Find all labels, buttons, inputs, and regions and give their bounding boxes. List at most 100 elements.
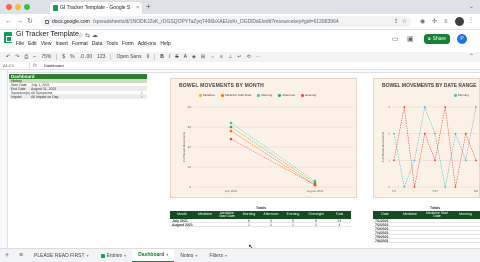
formula-input[interactable]: Dashboard	[40, 63, 64, 68]
chart-bowel-movements-by-month[interactable]: BOWEL MOVEMENTS BY MONTH Medicine Medici…	[170, 78, 357, 198]
present-meet-icon[interactable]: ▣	[407, 35, 414, 43]
tab-please-read-first[interactable]: PLEASE READ FIRST ▾	[28, 249, 95, 262]
collapse-chevron-icon[interactable]: ⌃	[469, 53, 474, 60]
share-button[interactable]: 🔒︎ Share	[424, 34, 450, 44]
font-size-select[interactable]: 9	[146, 54, 149, 60]
column-headers[interactable]	[8, 70, 480, 73]
table-cell[interactable]: July 2021	[170, 219, 194, 223]
maximize-window-button[interactable]	[24, 4, 30, 10]
share-page-icon[interactable]: ⇪	[394, 18, 399, 25]
tab-filters[interactable]: Filters ▾	[203, 249, 233, 262]
all-sheets-button[interactable]: ≡	[14, 252, 28, 259]
valign-icon[interactable]: ⊥	[228, 54, 232, 60]
browser-tab[interactable]: GI Tracker Template - Google S ×	[50, 2, 142, 14]
tab-search-chevron-icon[interactable]: ⌄	[469, 3, 474, 10]
column-header[interactable]: Medicine	[194, 211, 216, 219]
bold-button[interactable]: B	[160, 54, 164, 60]
forward-arrow-icon[interactable]: →	[16, 17, 23, 26]
more-icon[interactable]: ⋯	[256, 54, 261, 60]
tab-dashboard[interactable]: Dashboard ▾	[132, 248, 175, 262]
redo-icon[interactable]: ↷	[15, 54, 19, 60]
tab-caret-icon[interactable]: ▾	[166, 252, 168, 257]
extensions-puzzle-icon[interactable]: ✣	[432, 18, 437, 26]
menu-view[interactable]: View	[41, 41, 52, 47]
tab-close-icon[interactable]: ×	[136, 5, 139, 11]
table-cell[interactable]: 24	[328, 219, 351, 223]
table-row[interactable]: 7/6/2021	[373, 239, 480, 243]
table-cell[interactable]: 7/5/2021	[373, 235, 403, 239]
menu-insert[interactable]: Insert	[55, 41, 68, 47]
column-header[interactable]: Medicine Start Date	[423, 211, 451, 219]
table-cell[interactable]: 4	[260, 219, 282, 223]
menu-form[interactable]: Form	[122, 41, 134, 47]
dropdown-caret-icon[interactable]: ▾	[141, 95, 147, 99]
percent-button[interactable]: %	[70, 54, 74, 60]
italic-button[interactable]: I	[169, 54, 170, 60]
zoom-select[interactable]: 75%	[41, 54, 51, 60]
table-cell[interactable]: 7/6/2021	[373, 239, 403, 243]
table-cell[interactable]	[216, 223, 238, 226]
menu-edit[interactable]: Edit	[28, 41, 37, 47]
table-cell[interactable]: 7/4/2021	[373, 231, 403, 235]
undo-icon[interactable]: ↶	[6, 54, 10, 60]
align-icon[interactable]: ≡	[220, 54, 223, 60]
column-header[interactable]: Medicine	[397, 211, 423, 219]
extension-icon[interactable]: ◉	[420, 18, 425, 26]
merge-icon[interactable]: ⇔	[210, 54, 215, 60]
table-cell[interactable]: 1	[282, 223, 304, 227]
browser-profile-avatar[interactable]	[455, 17, 464, 26]
menu-help[interactable]: Help	[160, 41, 170, 47]
table-cell[interactable]: 1	[260, 223, 282, 227]
borders-icon[interactable]: ⊞	[201, 54, 205, 60]
column-header[interactable]: Medicine Start Date	[216, 211, 238, 219]
decimal-buttons[interactable]: .0 .00	[80, 54, 93, 60]
column-header[interactable]: Total	[328, 211, 351, 219]
name-box[interactable]: A1:C1	[0, 62, 30, 69]
new-tab-button[interactable]: +	[146, 3, 151, 11]
table-cell[interactable]: 1	[304, 223, 328, 227]
close-window-button[interactable]	[6, 4, 12, 10]
row-headers[interactable]	[0, 70, 8, 248]
menu-file[interactable]: File	[16, 41, 24, 47]
table-cell[interactable]: 7/3/2021	[373, 227, 403, 231]
add-sheet-button[interactable]: +	[0, 252, 14, 259]
menu-data[interactable]: Data	[92, 41, 103, 47]
column-header[interactable]: Evening	[282, 211, 304, 219]
print-icon[interactable]: ⎙	[24, 54, 28, 60]
currency-button[interactable]: $	[62, 54, 65, 60]
column-header[interactable]: Afternoon	[260, 211, 282, 219]
table-cell[interactable]	[216, 219, 238, 222]
table-cell[interactable]: 1	[238, 223, 260, 227]
address-bar[interactable]: docs.google.com /spreadsheets/d/1NODKJZs…	[41, 16, 411, 27]
table-cell[interactable]: 6	[238, 219, 260, 223]
table-cell[interactable]: 5	[304, 219, 328, 223]
reload-icon[interactable]: ↻	[27, 17, 33, 26]
chart-bowel-movements-by-date-range[interactable]: BOWEL MOVEMENTS BY DATE RANGE Morning 01…	[373, 78, 480, 198]
number-format-select[interactable]: 123	[97, 54, 105, 60]
menu-format[interactable]: Format	[72, 41, 88, 47]
bookmark-star-icon[interactable]: ☆	[402, 18, 407, 25]
tab-caret-icon[interactable]: ▾	[225, 253, 227, 258]
user-avatar[interactable]: P	[457, 34, 467, 44]
comment-history-icon[interactable]: ▭	[392, 35, 399, 43]
column-header[interactable]: Morning	[451, 211, 480, 219]
back-arrow-icon[interactable]: ←	[5, 17, 12, 26]
text-color-button[interactable]: A	[184, 54, 187, 60]
strikethrough-button[interactable]: S	[175, 54, 178, 60]
table-cell[interactable]: 7/2/2021	[373, 223, 403, 227]
table-cell[interactable]	[194, 219, 216, 222]
minimize-window-button[interactable]	[15, 4, 21, 10]
table-row[interactable]: August 2021 1 1 1 1 4	[170, 223, 351, 227]
spreadsheet-grid[interactable]: Dashboard History Start Date July 1, 202…	[0, 70, 480, 248]
column-header[interactable]: Overnight	[304, 211, 328, 219]
table-cell[interactable]: August 2021	[170, 223, 194, 227]
font-select[interactable]: Open Sans	[116, 54, 141, 60]
fill-color-icon[interactable]: ◈	[192, 54, 196, 60]
tab-entries[interactable]: Entries ▾	[95, 249, 133, 262]
document-title[interactable]: GI Tracker Template	[16, 31, 79, 38]
paint-format-icon[interactable]: ⌐	[33, 54, 36, 60]
menu-tools[interactable]: Tools	[106, 41, 118, 47]
column-header[interactable]: Morning	[238, 211, 260, 219]
star-document-icon[interactable]: ☆ ⇆ ☁	[78, 32, 98, 39]
table-cell[interactable]: 7/1/2021	[373, 219, 403, 223]
